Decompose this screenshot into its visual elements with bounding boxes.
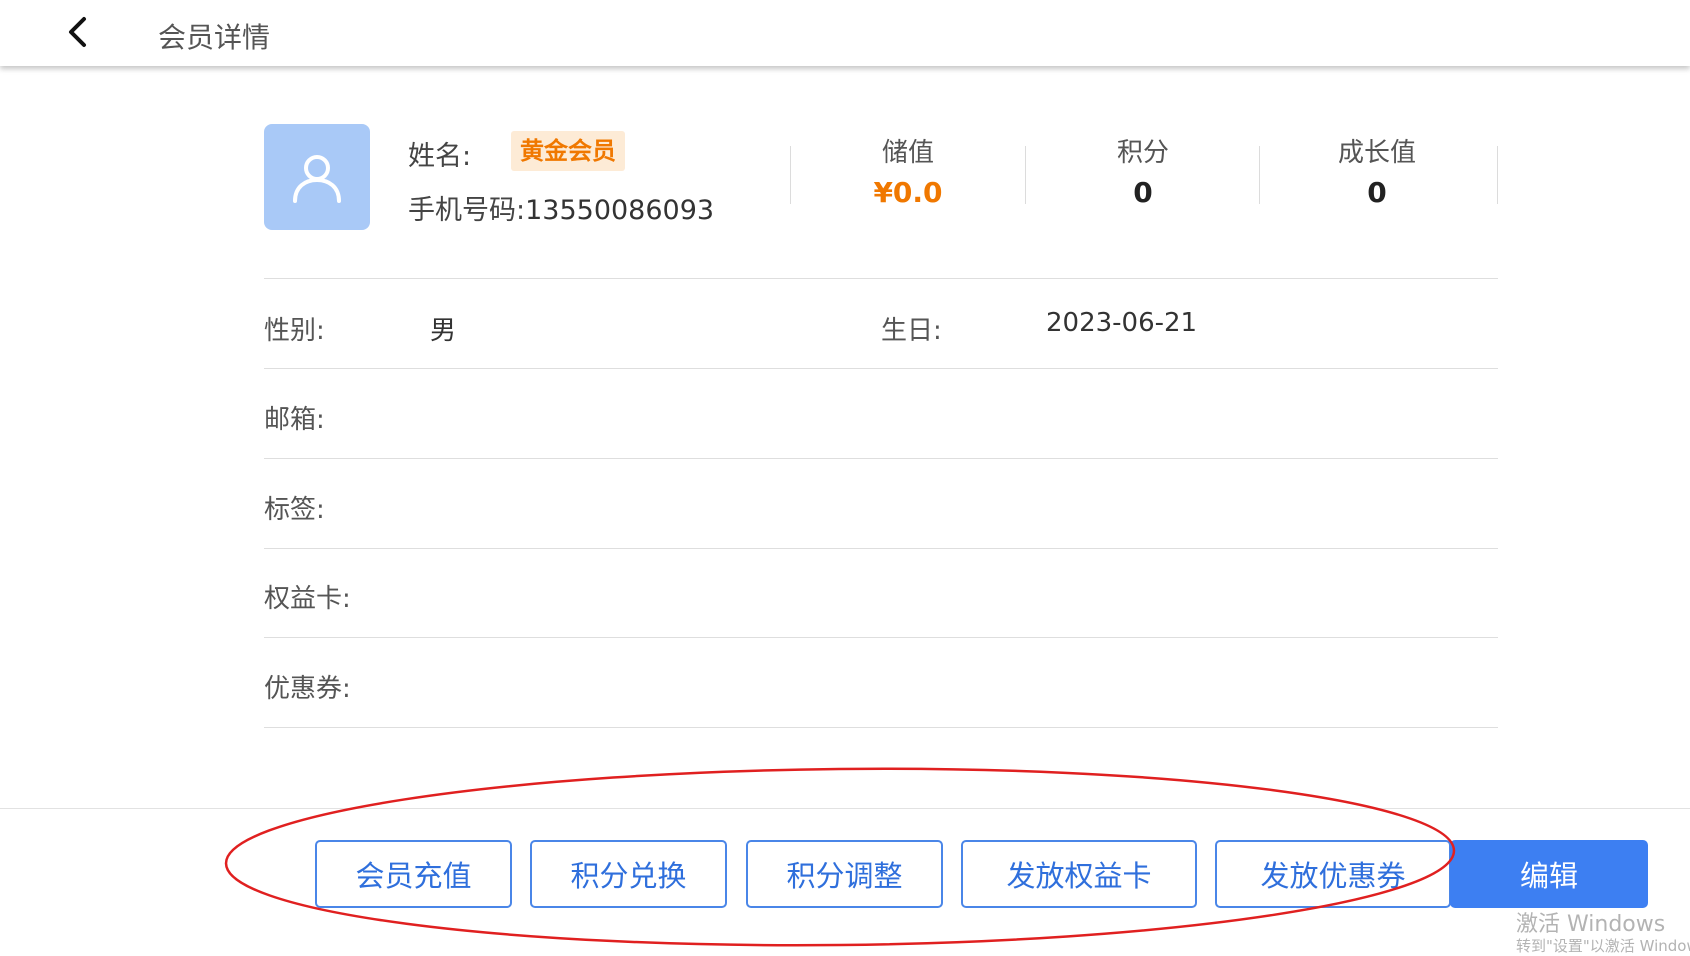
chevron-left-icon	[69, 17, 86, 47]
tags-label: 标签:	[264, 495, 325, 525]
avatar	[264, 124, 370, 230]
row-divider	[264, 458, 1498, 459]
stat-points: 积分 0	[1053, 136, 1233, 210]
points-adjust-button[interactable]: 积分调整	[746, 840, 943, 908]
stat-divider	[790, 146, 791, 204]
phone-value: 13550086093	[525, 195, 715, 226]
phone-label: 手机号码:	[408, 195, 526, 226]
stat-divider	[1025, 146, 1026, 204]
stat-label: 成长值	[1337, 138, 1416, 168]
stat-label: 储值	[881, 138, 934, 168]
footer-divider	[0, 808, 1690, 809]
row-divider	[264, 548, 1498, 549]
activation-watermark-title: 激活 Windows	[1516, 912, 1666, 937]
stat-divider	[1259, 146, 1260, 204]
stat-label: 积分	[1116, 138, 1169, 168]
member-level-badge: 黄金会员	[511, 131, 625, 171]
stat-stored-value: 储值 ¥0.0	[818, 136, 998, 210]
top-bar: 会员详情	[0, 0, 1690, 66]
stat-value: ¥0.0	[873, 176, 943, 209]
page-title: 会员详情	[158, 21, 271, 54]
issue-coupon-button[interactable]: 发放优惠券	[1215, 840, 1451, 908]
activation-watermark-subtitle: 转到"设置"以激活 Windows。	[1516, 937, 1690, 955]
gender-value: 男	[430, 316, 457, 346]
coupon-label: 优惠券:	[264, 674, 351, 704]
email-label: 邮箱:	[264, 405, 325, 435]
name-label: 姓名:	[408, 141, 472, 172]
issue-benefit-card-button[interactable]: 发放权益卡	[961, 840, 1197, 908]
benefit-card-label: 权益卡:	[264, 584, 351, 614]
user-icon	[293, 155, 341, 203]
stat-growth: 成长值 0	[1287, 136, 1467, 210]
stat-value: 0	[1367, 176, 1387, 209]
edit-button[interactable]: 编辑	[1450, 840, 1648, 908]
row-divider	[264, 727, 1498, 728]
member-recharge-button[interactable]: 会员充值	[315, 840, 512, 908]
gender-label: 性别:	[264, 316, 325, 346]
birthday-value: 2023-06-21	[1046, 308, 1198, 338]
birthday-label: 生日:	[881, 316, 942, 346]
row-divider	[264, 278, 1498, 279]
phone-row: 手机号码:13550086093	[408, 188, 714, 227]
row-divider	[264, 368, 1498, 369]
points-exchange-button[interactable]: 积分兑换	[530, 840, 727, 908]
stat-value: 0	[1133, 176, 1153, 209]
back-button[interactable]	[60, 14, 96, 50]
row-divider	[264, 637, 1498, 638]
stat-divider	[1497, 146, 1498, 204]
